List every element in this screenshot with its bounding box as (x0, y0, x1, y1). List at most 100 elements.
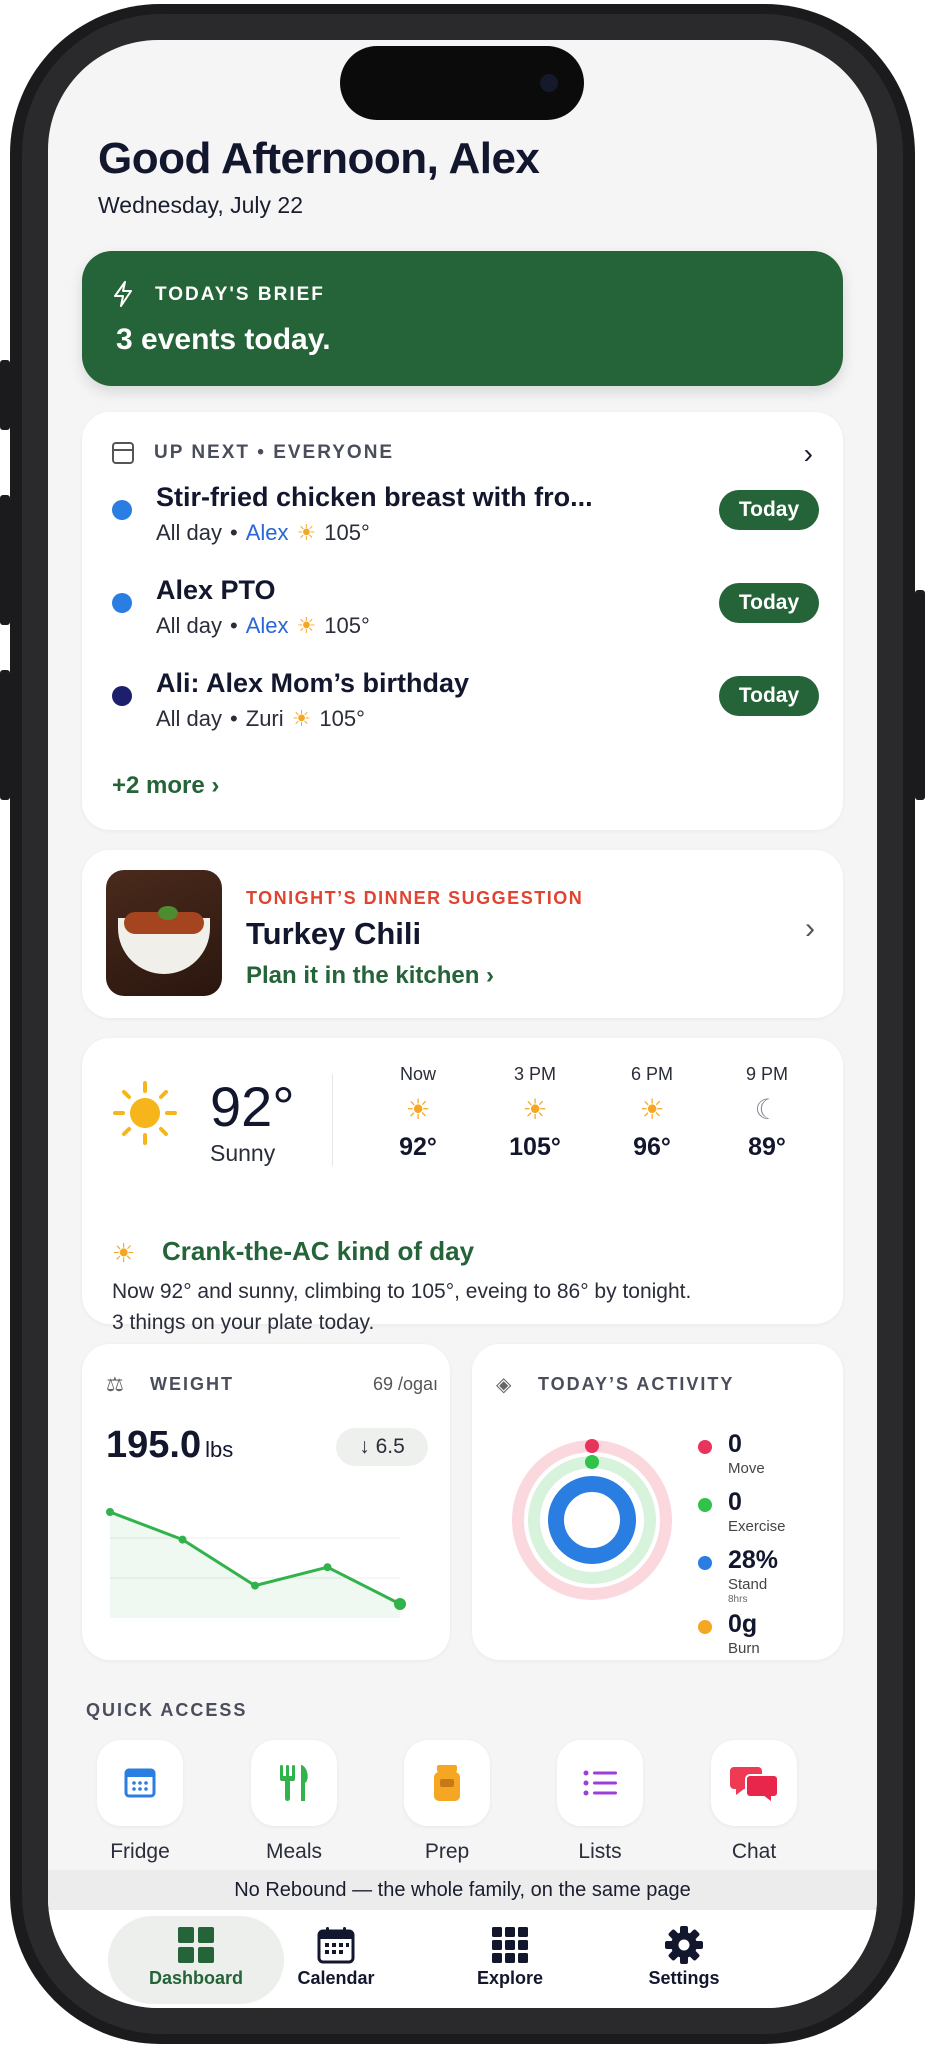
dynamic-island (340, 46, 584, 120)
current-temperature: 92° (210, 1075, 295, 1138)
sun-icon: ☀ (291, 706, 312, 731)
weight-label: WEIGHT (150, 1374, 234, 1394)
weather-summary-line: 3 things on your plate today. (112, 1311, 375, 1334)
dinner-tag: TONIGHT’S DINNER SUGGESTION (246, 888, 584, 908)
plan-kitchen-link[interactable]: Plan it in the kitchen › (246, 962, 494, 990)
garnish-shape (158, 906, 178, 920)
weather-summary-text: Now 92° and sunny, climbing to 105°, eve… (112, 1276, 812, 1338)
move-dot (698, 1440, 712, 1454)
move-ring-marker (585, 1439, 599, 1453)
hourly-forecast-item: 6 PM ☀ 96° (612, 1064, 692, 1162)
event-title: Stir-fried chicken breast with fro... (156, 482, 593, 512)
activity-card[interactable]: ◈ TODAY’S ACTIVITY 0 Move 0 Exercise 28%… (472, 1344, 843, 1660)
quick-access-label: QUICK ACCESS (86, 1700, 248, 1720)
explore-icon (492, 1927, 528, 1963)
event-title: Alex PTO (156, 575, 276, 605)
scale-icon: ⚖ (106, 1374, 124, 1396)
stat-label: Stand (728, 1576, 768, 1593)
side-button-volume-up (0, 495, 10, 625)
event-row[interactable]: Alex PTO All day • Alex ☀ 105° Today (82, 565, 843, 645)
tab-settings[interactable]: Settings (596, 1916, 772, 2004)
hourly-forecast-item: 9 PM ☾ 89° (727, 1064, 807, 1162)
calendar-icon (317, 1927, 355, 1964)
sun-icon: ☀ (522, 1094, 548, 1125)
quick-access-fridge[interactable]: Fridge (80, 1740, 200, 1864)
event-row[interactable]: Stir-fried chicken breast with fro... Al… (82, 472, 843, 552)
quick-access-lists[interactable]: Lists (540, 1740, 660, 1864)
lightning-icon (114, 281, 132, 307)
today-badge: Today (719, 676, 819, 716)
event-time: All day (156, 613, 223, 638)
sun-icon: ☀ (405, 1094, 431, 1125)
hour-label: 3 PM (513, 1064, 556, 1084)
event-temp: 105° (319, 706, 365, 731)
stat-label: Move (728, 1460, 765, 1477)
brief-label: TODAY'S BRIEF (155, 284, 325, 305)
fridge-tile[interactable] (97, 1740, 183, 1826)
grid-icon (178, 1927, 214, 1963)
event-meta: All day • Alex ☀ 105° (156, 613, 370, 638)
weather-summary-title: Crank-the-AC kind of day (162, 1236, 475, 1266)
dinner-suggestion-card[interactable]: TONIGHT’S DINNER SUGGESTION Turkey Chili… (82, 850, 843, 1018)
burn-dot (698, 1620, 712, 1634)
tab-label: Calendar (297, 1968, 375, 1988)
utensils-icon (280, 1765, 308, 1801)
prep-tile[interactable] (404, 1740, 490, 1826)
event-person[interactable]: Alex (246, 520, 289, 545)
stat-value: 28% (728, 1546, 779, 1574)
stat-value: 0 (728, 1488, 742, 1516)
weight-number: 195.0 (106, 1424, 202, 1466)
quick-access-prep[interactable]: Prep (387, 1740, 507, 1864)
sun-icon: ☀ (639, 1094, 665, 1125)
event-meta: All day • Zuri ☀ 105° (156, 706, 365, 731)
quick-access-item-label: Fridge (110, 1840, 170, 1863)
sun-icon (113, 1081, 177, 1145)
brief-text: 3 events today. (116, 323, 331, 356)
sun-icon: ☀ (296, 520, 317, 545)
prep-icon (434, 1765, 460, 1801)
flame-icon: ◈ (496, 1374, 512, 1396)
quick-access-item-label: Chat (731, 1840, 777, 1863)
hourly-forecast-item: 3 PM ☀ 105° (495, 1064, 575, 1162)
bottom-tab-bar: Dashboard Calendar Explore Settings (48, 1910, 877, 2008)
lists-tile[interactable] (557, 1740, 643, 1826)
event-color-dot (112, 593, 132, 613)
weight-point (251, 1581, 259, 1590)
event-row[interactable]: Ali: Alex Mom’s birthday All day • Zuri ☀ 10… (82, 658, 843, 738)
quick-access-meals[interactable]: Meals (234, 1740, 354, 1864)
side-button-silent (0, 360, 10, 430)
weight-unit: lbs (205, 1437, 234, 1462)
event-temp: 105° (324, 613, 370, 638)
chevron-right-icon[interactable]: › (805, 912, 815, 946)
quick-access-item-label: Prep (424, 1840, 470, 1863)
weight-delta-badge: ↓ 6.5 (336, 1428, 428, 1466)
tab-label: Settings (648, 1968, 720, 1988)
current-condition: Sunny (210, 1140, 276, 1166)
quick-access-chat[interactable]: Chat (694, 1740, 814, 1864)
event-meta: All day • Alex ☀ 105° (156, 520, 370, 545)
sun-icon: ☀ (296, 613, 317, 638)
event-person[interactable]: Alex (246, 613, 289, 638)
weight-trend-chart (106, 1508, 406, 1618)
tab-calendar[interactable]: Calendar (248, 1916, 424, 2004)
meals-tile[interactable] (251, 1740, 337, 1826)
stat-label: Burn (728, 1640, 760, 1657)
quick-access-item-label: Meals (265, 1840, 323, 1863)
side-button-volume-down (0, 670, 10, 800)
tab-explore[interactable]: Explore (422, 1916, 598, 2004)
weight-point (106, 1508, 114, 1516)
dinner-name: Turkey Chili (246, 916, 422, 951)
weight-point (394, 1598, 406, 1610)
event-time: All day (156, 520, 223, 545)
event-temp: 105° (324, 520, 370, 545)
chat-tile[interactable] (711, 1740, 797, 1826)
camera-icon (540, 74, 558, 92)
event-time: All day (156, 706, 223, 731)
todays-brief-card[interactable]: TODAY'S BRIEF 3 events today. (82, 251, 843, 386)
app-screen: Good Afternoon, Alex Wednesday, July 22 … (48, 40, 877, 2008)
chevron-right-icon[interactable]: › (804, 438, 813, 470)
more-events-link[interactable]: +2 more › (112, 772, 219, 800)
event-color-dot (112, 500, 132, 520)
hourly-forecast-item: Now ☀ 92° (378, 1064, 458, 1162)
weight-card[interactable]: ⚖ WEIGHT 69 /ogaı 195.0 lbs ↓ 6.5 (82, 1344, 450, 1660)
